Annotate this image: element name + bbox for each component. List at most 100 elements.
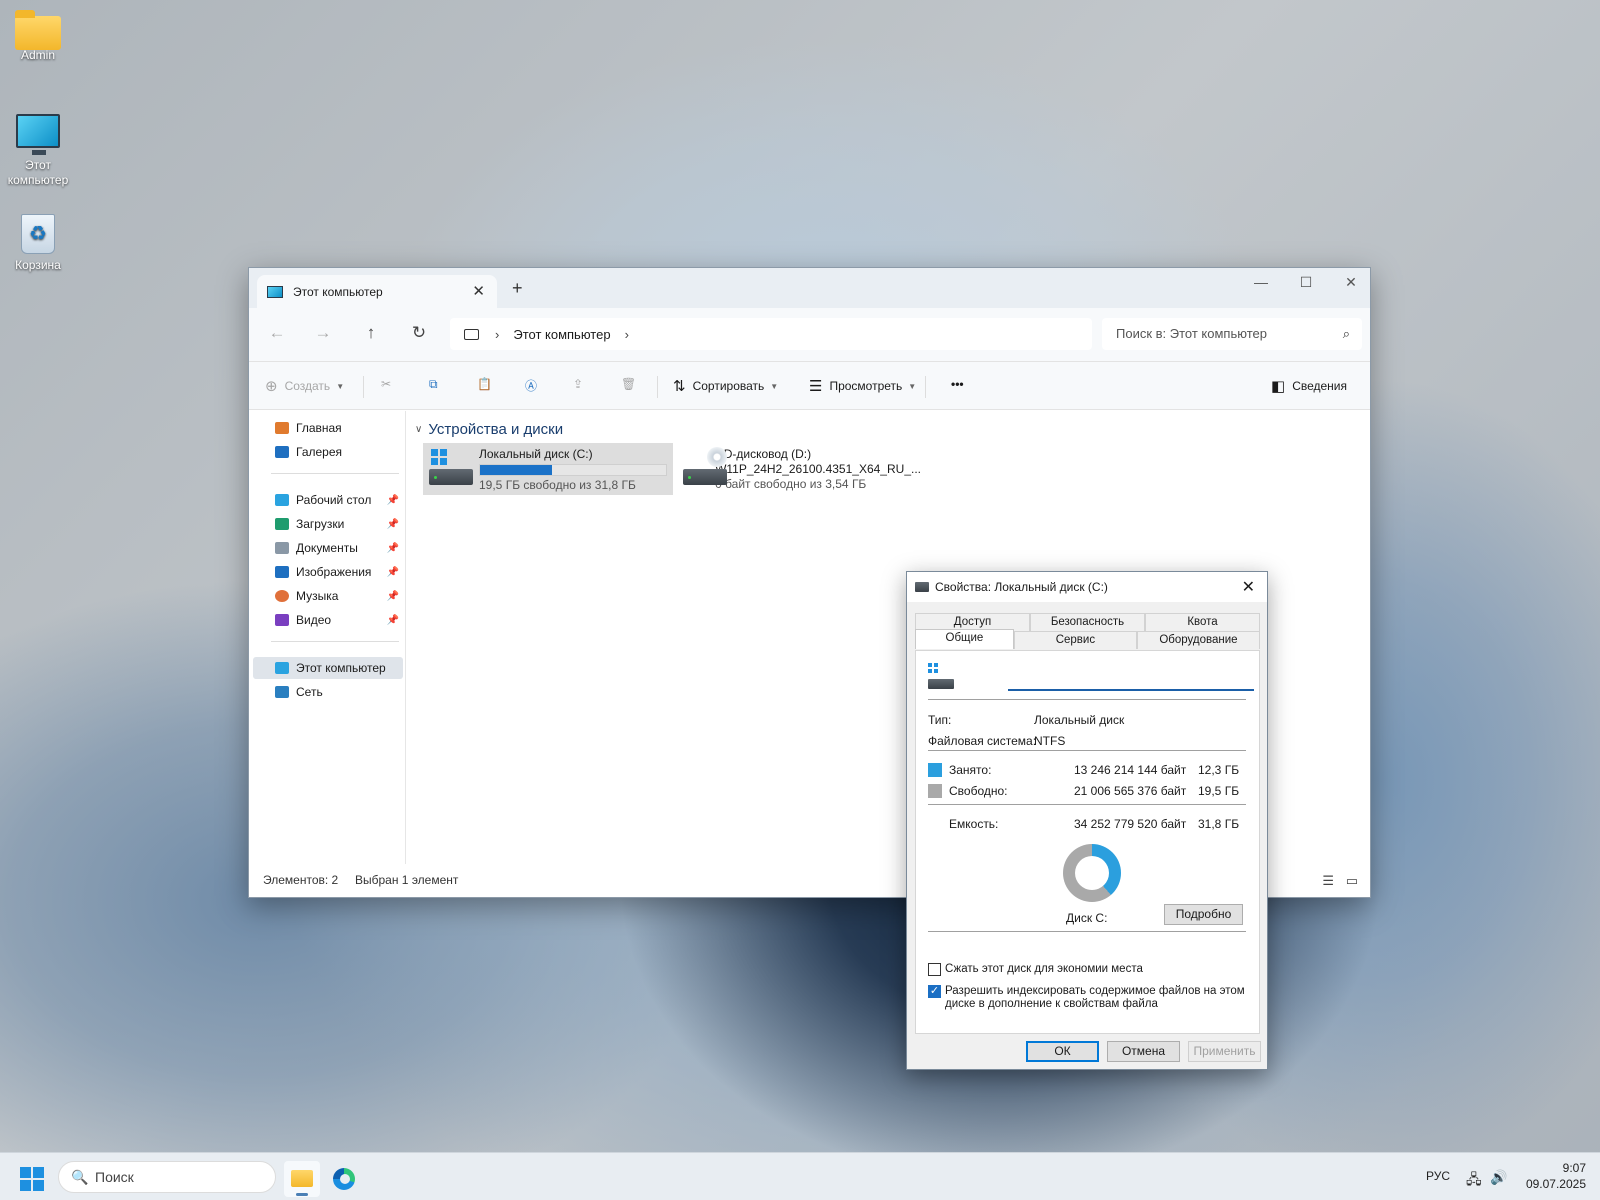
drive-name: Локальный диск (C:) — [479, 447, 593, 461]
delete-icon[interactable]: 🗑 — [621, 377, 636, 391]
create-button[interactable]: ⊕ Создать ▼ — [265, 377, 344, 395]
view-icon: ☰ — [809, 378, 823, 395]
toolbar-divider — [657, 376, 658, 398]
details-view-icon[interactable]: ☰ — [1322, 873, 1334, 889]
start-button[interactable] — [20, 1167, 44, 1191]
index-checkbox[interactable]: ✓ — [928, 985, 941, 998]
back-button[interactable]: ← — [265, 323, 289, 343]
tab-security[interactable]: Безопасность — [1030, 613, 1145, 631]
file-explorer-taskbar-icon[interactable] — [284, 1161, 320, 1197]
taskbar: 🔍 Поиск РУС 🖧 🔊 9:07 09.07.2025 — [0, 1152, 1600, 1200]
sidebar-item-documents[interactable]: Документы 📌 — [253, 537, 403, 559]
sidebar-item-desktop[interactable]: Рабочий стол 📌 — [253, 489, 403, 511]
desktop-icon-recycle-bin[interactable]: ♻ Корзина — [4, 214, 72, 273]
up-button[interactable]: ↑ — [359, 323, 383, 343]
chevron-down-icon: ▼ — [770, 381, 779, 391]
disk-cleanup-details-button[interactable]: Подробно — [1164, 904, 1243, 925]
filesystem-value: NTFS — [1034, 734, 1066, 748]
monitor-icon — [464, 328, 479, 340]
free-gb: 19,5 ГБ — [1198, 784, 1240, 798]
desktop-icon-label: Корзина — [15, 258, 61, 272]
index-label[interactable]: Разрешить индексировать содержимое файло… — [945, 985, 1245, 1011]
dialog-title: Свойства: Локальный диск (C:) — [935, 580, 1108, 594]
sidebar-item-home[interactable]: Главная — [253, 417, 403, 439]
desktop-icon-this-pc[interactable]: Этот компьютер — [4, 114, 72, 188]
more-options-button[interactable]: ••• — [951, 377, 964, 391]
used-gb: 12,3 ГБ — [1198, 763, 1240, 777]
sidebar-item-music[interactable]: Музыка 📌 — [253, 585, 403, 607]
navigation-pane: Главная Галерея Рабочий стол 📌 Загрузки … — [249, 411, 406, 864]
tab-general[interactable]: Общие — [915, 629, 1014, 649]
tab-this-pc[interactable]: Этот компьютер ✕ — [257, 275, 497, 308]
group-header-devices[interactable]: ∨ Устройства и диски — [415, 421, 563, 438]
tab-tools[interactable]: Сервис — [1013, 631, 1137, 649]
paste-icon[interactable]: 📋 — [477, 377, 492, 391]
drive-name: CD-дисковод (D:) — [715, 447, 812, 461]
divider — [928, 931, 1246, 932]
volume-name-input[interactable] — [1008, 669, 1254, 691]
close-tab-icon[interactable]: ✕ — [472, 282, 485, 300]
pin-icon: 📌 — [386, 518, 399, 530]
refresh-button[interactable]: ↻ — [407, 323, 431, 343]
dialog-title-bar: Свойства: Локальный диск (C:) ✕ — [907, 572, 1267, 602]
network-icon[interactable]: 🖧 — [1466, 1169, 1482, 1193]
taskbar-search[interactable]: 🔍 Поиск — [58, 1161, 276, 1193]
details-pane-icon: ◧ — [1271, 378, 1286, 395]
compress-checkbox[interactable] — [928, 963, 941, 976]
chevron-right-icon[interactable]: › — [495, 327, 499, 342]
address-bar[interactable]: › Этот компьютер › — [450, 318, 1092, 350]
group-header-label: Устройства и диски — [428, 421, 564, 438]
ok-button[interactable]: ОК — [1026, 1041, 1099, 1062]
forward-button[interactable]: → — [311, 323, 335, 343]
tab-hardware[interactable]: Оборудование — [1136, 631, 1261, 649]
drive-d[interactable]: CD-дисковод (D:) W11P_24H2_26100.4351_X6… — [677, 443, 927, 495]
home-icon — [275, 422, 289, 434]
videos-icon — [275, 614, 289, 626]
divider — [928, 750, 1246, 751]
language-indicator[interactable]: РУС — [1426, 1169, 1450, 1183]
sidebar-item-downloads[interactable]: Загрузки 📌 — [253, 513, 403, 535]
search-input[interactable]: Поиск в: Этот компьютер ⌕ — [1102, 318, 1362, 350]
selection-count: Выбран 1 элемент — [355, 873, 459, 887]
close-window-button[interactable]: ✕ — [1336, 274, 1366, 291]
desktop-icon-admin[interactable]: Admin — [4, 10, 72, 63]
drive-c[interactable]: Локальный диск (C:) 19,5 ГБ свободно из … — [423, 443, 673, 495]
minimize-button[interactable]: — — [1246, 274, 1276, 290]
new-tab-button[interactable]: + — [512, 278, 523, 299]
details-pane-button[interactable]: ◧ Сведения — [1271, 377, 1347, 395]
apply-button[interactable]: Применить — [1188, 1041, 1261, 1062]
computer-icon — [267, 285, 283, 298]
edge-browser-taskbar-icon[interactable] — [326, 1161, 362, 1197]
index-label-line1: Разрешить индексировать содержимое файло… — [945, 985, 1245, 997]
close-dialog-button[interactable]: ✕ — [1242, 577, 1255, 597]
sidebar-item-network[interactable]: Сеть — [253, 681, 403, 703]
sidebar-item-gallery[interactable]: Галерея — [253, 441, 403, 463]
desktop-icon-label: Этот компьютер — [7, 158, 69, 187]
compress-label[interactable]: Сжать этот диск для экономии места — [945, 963, 1143, 975]
disk-label: Диск C: — [1066, 911, 1108, 925]
rename-icon[interactable]: Ⓐ — [525, 377, 537, 394]
clock[interactable]: 9:07 09.07.2025 — [1526, 1160, 1586, 1192]
tiles-view-icon[interactable]: ▭ — [1346, 873, 1358, 889]
cut-icon[interactable]: ✂ — [381, 377, 391, 391]
volume-icon[interactable]: 🔊 — [1490, 1169, 1507, 1186]
sidebar-item-videos[interactable]: Видео 📌 — [253, 609, 403, 631]
drive-volume-label: W11P_24H2_26100.4351_X64_RU_... — [715, 462, 921, 476]
sort-button[interactable]: ⇅ Сортировать ▼ — [673, 377, 778, 395]
recycle-bin-icon: ♻ — [21, 214, 55, 254]
chevron-right-icon[interactable]: › — [625, 327, 629, 342]
share-icon[interactable]: ⇪ — [573, 377, 583, 391]
maximize-button[interactable]: ☐ — [1291, 274, 1321, 291]
capacity-label: Емкость: — [949, 817, 999, 831]
search-icon: ⌕ — [1342, 326, 1350, 341]
copy-icon[interactable]: ⧉ — [429, 377, 438, 392]
cancel-button[interactable]: Отмена — [1107, 1041, 1180, 1062]
divider — [928, 699, 1246, 700]
sidebar-item-pictures[interactable]: Изображения 📌 — [253, 561, 403, 583]
breadcrumb-this-pc[interactable]: Этот компьютер — [513, 327, 610, 342]
toolbar-divider — [363, 376, 364, 398]
filesystem-label: Файловая система: — [928, 734, 1037, 748]
tab-quota[interactable]: Квота — [1145, 613, 1260, 631]
sidebar-item-this-pc[interactable]: Этот компьютер — [253, 657, 403, 679]
view-button[interactable]: ☰ Просмотреть ▼ — [809, 377, 916, 395]
